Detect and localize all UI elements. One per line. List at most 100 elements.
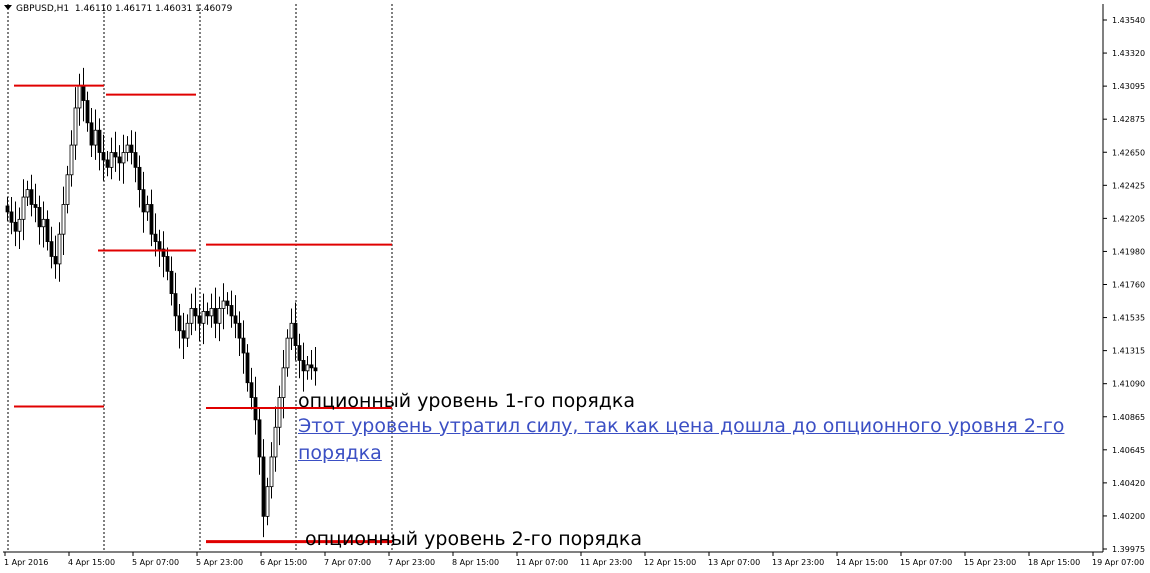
candle-body <box>205 311 210 317</box>
candle-body <box>285 337 290 369</box>
candle-body <box>173 293 178 317</box>
price-tick-label: 1.40200 <box>1112 512 1145 521</box>
candle-body <box>129 144 134 153</box>
candle-body <box>45 218 50 243</box>
level-2-annotation: опционный уровень 2-го порядка <box>305 528 643 550</box>
candle-body <box>181 330 186 339</box>
time-axis[interactable]: 1 Apr 2016 4 Apr 15:00 5 Apr 07:00 5 Apr 23… <box>3 551 1144 567</box>
candle-body <box>297 345 302 361</box>
candle-body <box>109 152 114 168</box>
time-tick-label: 5 Apr 23:00 <box>196 558 243 567</box>
candle-body <box>293 322 298 346</box>
candle-body <box>101 152 106 161</box>
price-chart[interactable]: 1.43540 1.43320 1.43095 1.42875 1.42650 1.424… <box>0 0 1150 573</box>
candle-body <box>141 189 146 213</box>
candle-body <box>193 308 198 317</box>
time-tick-label: 8 Apr 15:00 <box>452 558 499 567</box>
price-tick-label: 1.42425 <box>1112 181 1145 190</box>
time-tick-label: 6 Apr 15:00 <box>260 558 307 567</box>
time-tick-label: 15 Apr 07:00 <box>900 558 952 567</box>
level-invalidated-link[interactable]: Этот уровень утратил силу, так как цена … <box>298 413 1078 467</box>
candle-body <box>145 204 150 213</box>
price-tick-label: 1.41760 <box>1112 281 1145 290</box>
candle-body <box>81 85 86 101</box>
candle-body <box>189 308 194 324</box>
time-tick-label: 7 Apr 07:00 <box>324 558 371 567</box>
candle-body <box>225 300 230 306</box>
ohlc-readout: 1.46110 1.46171 1.46031 1.46079 <box>74 4 233 14</box>
candle-body <box>237 322 242 339</box>
price-tick-label: 1.40420 <box>1112 479 1145 488</box>
candle-body <box>69 144 74 176</box>
candle-body <box>33 204 38 208</box>
candle-body <box>265 486 270 517</box>
candle-body <box>5 205 10 213</box>
candle-body <box>13 221 18 232</box>
price-tick-label: 1.42205 <box>1112 214 1145 223</box>
candle-body <box>21 196 26 220</box>
candle-body <box>17 218 22 232</box>
time-tick-label: 12 Apr 15:00 <box>644 558 696 567</box>
time-tick-label: 7 Apr 23:00 <box>388 558 435 567</box>
candle-body <box>177 315 182 332</box>
time-tick-label: 4 Apr 15:00 <box>68 558 115 567</box>
candle-body <box>133 152 138 168</box>
candle-body <box>197 315 202 324</box>
time-tick-label: 11 Apr 07:00 <box>516 558 568 567</box>
candle-body <box>93 129 98 146</box>
candle-body <box>269 456 274 488</box>
candle-body <box>49 241 54 257</box>
candle-body <box>261 456 266 517</box>
candle-body <box>309 364 314 369</box>
candle-body <box>257 419 262 458</box>
candle-body <box>185 322 190 339</box>
candle-body <box>137 166 142 191</box>
price-tick-label: 1.43540 <box>1112 16 1145 25</box>
candle-body <box>289 322 294 339</box>
candle-body <box>157 241 162 250</box>
candle-body <box>149 204 154 235</box>
time-tick-label: 15 Apr 23:00 <box>964 558 1016 567</box>
time-tick-label: 18 Apr 15:00 <box>1028 558 1080 567</box>
price-tick-label: 1.41535 <box>1112 314 1145 323</box>
price-tick-label: 1.41315 <box>1112 347 1145 356</box>
candle-body <box>105 159 110 168</box>
symbol-label: GBPUSD,H1 <box>16 4 70 14</box>
time-tick-label: 5 Apr 07:00 <box>132 558 179 567</box>
time-tick-label: 1 Apr 2016 <box>4 558 48 567</box>
candle-body <box>229 305 234 317</box>
level-1-annotation: опционный уровень 1-го порядка <box>298 390 636 412</box>
price-tick-label: 1.42875 <box>1112 115 1145 124</box>
candle-body <box>9 211 14 223</box>
time-tick-label: 19 Apr 07:00 <box>1092 558 1144 567</box>
candle-body <box>313 367 318 372</box>
candle-body <box>305 364 310 372</box>
time-tick-label: 13 Apr 23:00 <box>772 558 824 567</box>
candle-body <box>61 204 66 235</box>
candle-body <box>201 311 206 324</box>
candle-body <box>213 308 218 324</box>
price-axis[interactable]: 1.43540 1.43320 1.43095 1.42875 1.42650 1.424… <box>1102 4 1145 554</box>
candle-body <box>117 156 122 164</box>
candle-body <box>301 360 306 372</box>
candle-body <box>209 308 214 317</box>
candle-body <box>57 233 62 265</box>
candle-body <box>41 218 46 228</box>
candle-body <box>85 100 90 124</box>
candle-body <box>245 352 250 384</box>
candle-body <box>277 397 282 428</box>
candle-body <box>77 85 82 109</box>
time-tick-label: 11 Apr 23:00 <box>580 558 632 567</box>
chevron-down-icon[interactable] <box>4 5 12 10</box>
price-tick-label: 1.39975 <box>1112 545 1145 554</box>
candle-body <box>217 308 222 324</box>
candle-body <box>153 233 158 243</box>
candle-body <box>169 270 174 294</box>
candle-body <box>249 382 254 398</box>
price-tick-label: 1.40645 <box>1112 446 1145 455</box>
price-tick-label: 1.42650 <box>1112 148 1145 157</box>
candle-body <box>165 256 170 272</box>
candle-body <box>241 337 246 354</box>
price-tick-label: 1.43320 <box>1112 49 1145 58</box>
price-tick-label: 1.43095 <box>1112 82 1145 91</box>
